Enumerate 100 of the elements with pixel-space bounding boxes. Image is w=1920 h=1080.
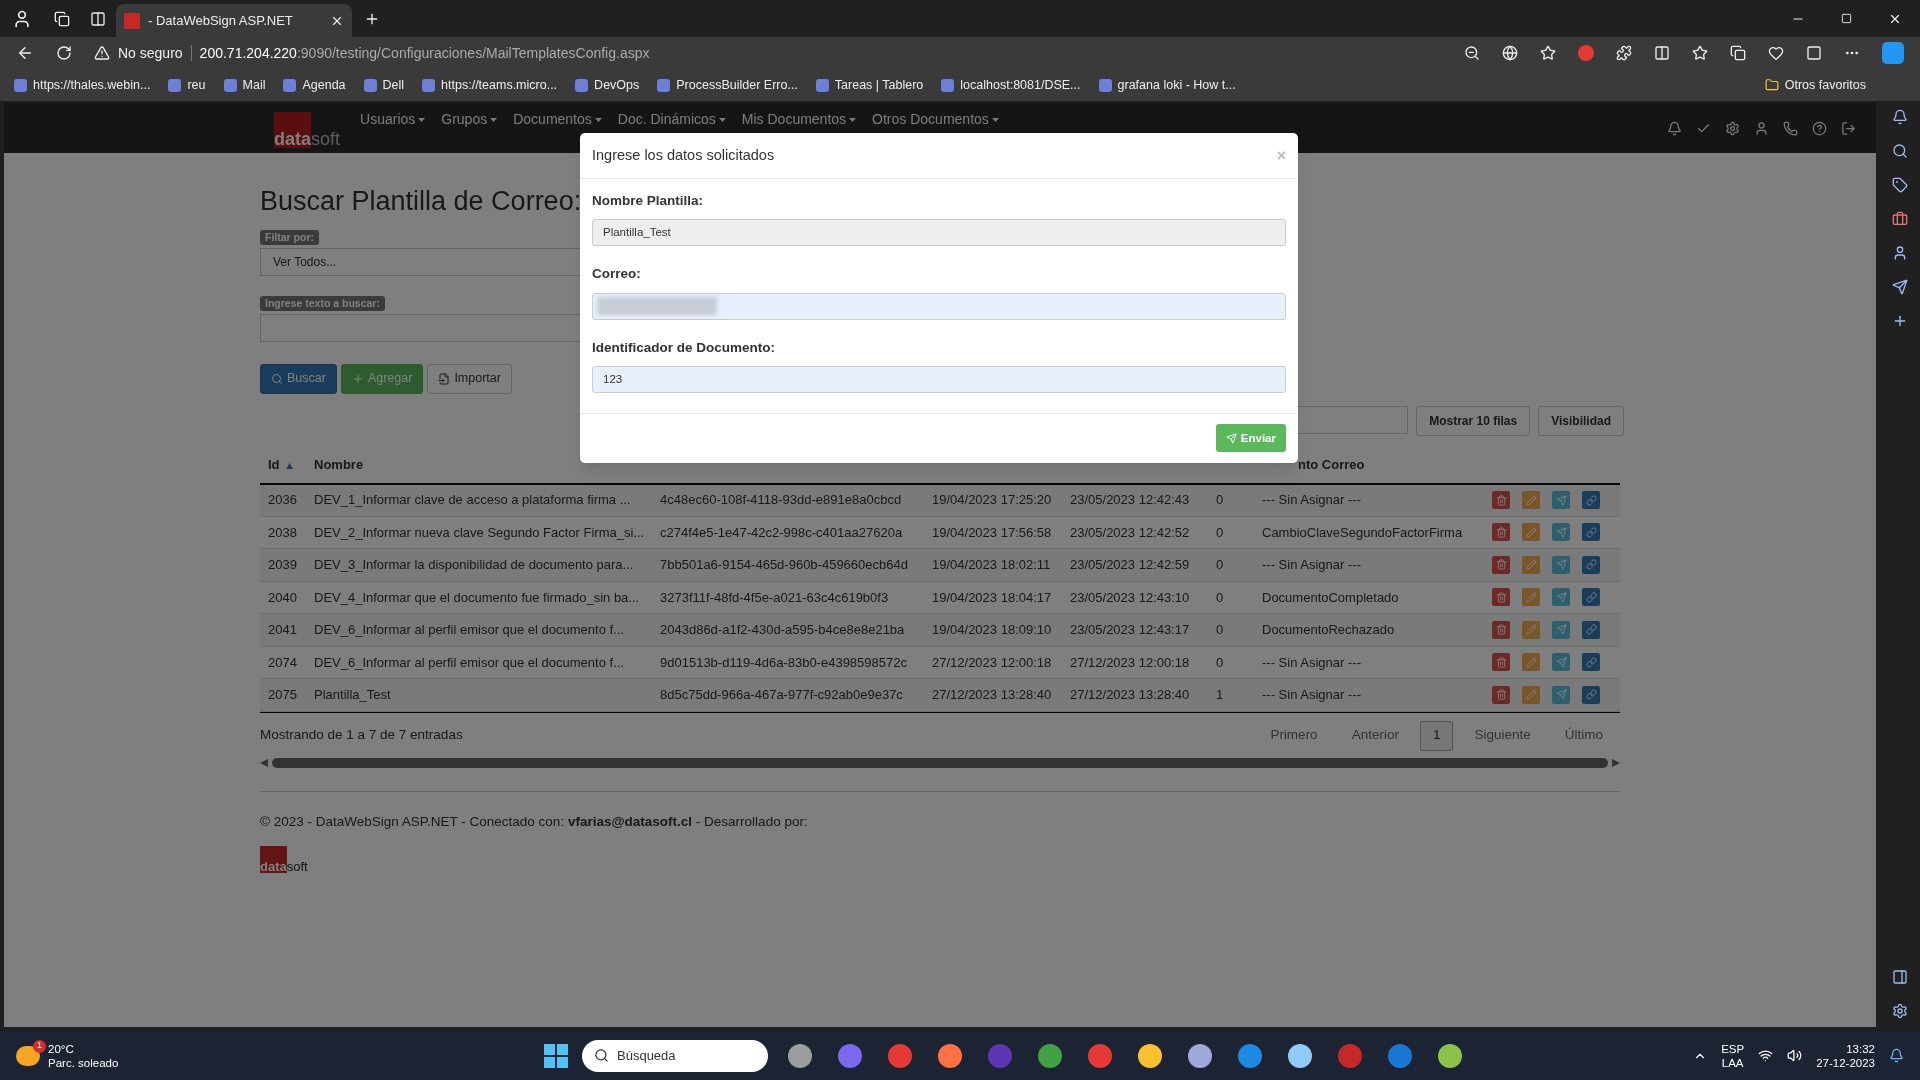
bookmark[interactable]: Dell — [363, 75, 405, 95]
delete-button[interactable] — [1492, 588, 1510, 607]
favorites-icon[interactable] — [1692, 45, 1708, 61]
trash-icon — [1495, 526, 1507, 538]
bookmark[interactable]: localhost:8081/DSE... — [941, 75, 1081, 95]
column-header[interactable]: Nombre — [314, 457, 364, 473]
delete-button[interactable] — [1492, 620, 1510, 639]
app-icon[interactable] — [1138, 1043, 1162, 1068]
nav-menu[interactable]: Otros Documentos — [872, 109, 999, 130]
app-icon[interactable] — [1188, 1043, 1212, 1068]
delete-button[interactable] — [1492, 523, 1510, 542]
nav-menu[interactable]: Grupos — [441, 109, 498, 130]
scroll-right-icon[interactable] — [1612, 758, 1620, 767]
language-label[interactable]: ESP — [1721, 1041, 1745, 1056]
bookmark[interactable]: https://teams.micro... — [422, 75, 558, 95]
text-field[interactable]: Plantilla_Test — [592, 219, 1286, 247]
sort-icon[interactable] — [285, 462, 293, 469]
collections-icon[interactable] — [1730, 45, 1746, 61]
column-header[interactable]: Id — [268, 457, 280, 473]
submit-button[interactable]: Enviar — [1215, 424, 1286, 453]
send-icon[interactable] — [1892, 279, 1908, 295]
delete-button[interactable] — [1492, 653, 1510, 672]
settings-icon[interactable] — [1892, 1003, 1908, 1019]
table-cell: Plantilla_Test — [314, 687, 391, 702]
text-field[interactable] — [592, 292, 1286, 320]
search-button[interactable]: Buscar — [260, 363, 337, 394]
table-option-button[interactable]: Visibilidad — [1538, 405, 1624, 436]
taskbar-search[interactable]: Búsqueda — [582, 1039, 768, 1072]
bookmark[interactable]: grafana loki - How t... — [1098, 75, 1236, 95]
restore-icon[interactable] — [1841, 13, 1852, 24]
split-screen-icon[interactable] — [1654, 45, 1670, 61]
layout-label[interactable]: LAA — [1721, 1055, 1744, 1070]
add-icon[interactable] — [1892, 313, 1908, 329]
app-icon[interactable] — [1288, 1043, 1312, 1068]
pagination-button[interactable]: 1 — [1419, 720, 1454, 751]
app-icon[interactable] — [1238, 1043, 1262, 1068]
bookmark[interactable]: reu — [168, 75, 206, 95]
bell-icon[interactable] — [1667, 120, 1682, 136]
nav-menu[interactable]: Usuarios — [360, 109, 426, 130]
volume-icon[interactable] — [1787, 1048, 1803, 1063]
clock-time[interactable]: 13:32 — [1846, 1041, 1875, 1056]
tag-icon[interactable] — [1892, 177, 1908, 193]
clock-date[interactable]: 27-12-2023 — [1816, 1055, 1875, 1070]
table-cell: DEV_1_Informar clave de acceso a plataforma firma ... — [314, 492, 631, 508]
link-button[interactable] — [1582, 653, 1600, 672]
back-icon[interactable] — [16, 44, 34, 62]
profile-icon[interactable] — [12, 8, 32, 29]
panel-icon[interactable] — [1892, 969, 1908, 985]
bookmark[interactable]: DevOps — [575, 75, 640, 95]
pagination-button[interactable]: Primero — [1257, 720, 1331, 751]
bookmark[interactable]: https://thales.webin... — [14, 75, 151, 95]
other-favorites[interactable]: Otros favoritos — [1764, 75, 1906, 95]
heart-icon[interactable] — [1768, 45, 1784, 61]
pagination-button[interactable]: Siguiente — [1461, 720, 1544, 751]
bookmark[interactable]: Mail — [223, 75, 266, 95]
workspaces-icon[interactable] — [54, 10, 70, 27]
reload-icon[interactable] — [56, 45, 72, 61]
bell-icon[interactable] — [1889, 1048, 1904, 1063]
nav-menu[interactable]: Documentos — [513, 109, 602, 130]
zoom-out-icon[interactable] — [1464, 45, 1480, 61]
bookmark[interactable]: ProcessBuilder Erro... — [657, 75, 798, 95]
scroll-left-icon[interactable] — [260, 758, 268, 767]
wifi-icon[interactable] — [1758, 1048, 1774, 1063]
user-icon[interactable] — [1754, 120, 1769, 136]
app-icon[interactable] — [788, 1043, 812, 1068]
send-icon — [1555, 656, 1567, 668]
pagination-button[interactable]: Anterior — [1338, 720, 1412, 751]
link-button[interactable] — [1582, 555, 1600, 574]
text-field[interactable]: 123 — [592, 365, 1286, 393]
app-icon[interactable] — [938, 1043, 962, 1068]
browser-tab[interactable]: - DataWebSign ASP.NET — [116, 4, 352, 37]
tab-actions-icon[interactable] — [90, 10, 106, 27]
bookmark[interactable]: Agenda — [283, 75, 346, 95]
puzzle-icon[interactable] — [1616, 45, 1632, 61]
link-button[interactable] — [1582, 523, 1600, 542]
bell-icon[interactable] — [1892, 109, 1908, 125]
star-icon[interactable] — [1540, 45, 1556, 61]
column-header[interactable]: nto Correo — [1298, 457, 1365, 473]
footer-text: © 2023 - DataWebSign ASP.NET - Conectado con: vfarias@datasoft.cl - Desarrollado por: — [260, 812, 809, 831]
delete-button[interactable] — [1492, 491, 1510, 509]
import-button[interactable]: Importar — [427, 363, 512, 394]
link-button[interactable] — [1582, 588, 1600, 607]
help-icon[interactable] — [1812, 120, 1827, 136]
bookmark[interactable]: Tareas | Tablero — [815, 75, 924, 95]
start-icon[interactable] — [544, 1043, 568, 1068]
nav-menu[interactable]: Doc. Dinámicos — [617, 109, 726, 130]
logout-icon[interactable] — [1841, 120, 1856, 136]
pagination-button[interactable]: Último — [1551, 720, 1616, 751]
delete-button[interactable] — [1492, 685, 1510, 704]
briefcase-icon[interactable] — [1892, 211, 1908, 227]
table-option-button[interactable]: Mostrar 10 filas — [1416, 405, 1531, 436]
app-icon[interactable] — [1038, 1043, 1062, 1068]
nav-menu[interactable]: Mis Documentos — [741, 109, 857, 130]
link-button[interactable] — [1582, 685, 1600, 704]
app-icon[interactable] — [1438, 1043, 1462, 1068]
person-icon[interactable] — [1892, 245, 1908, 261]
delete-button[interactable] — [1492, 555, 1510, 574]
link-button[interactable] — [1582, 620, 1600, 639]
search-icon[interactable] — [1892, 143, 1908, 159]
phone-icon[interactable] — [1783, 120, 1798, 136]
